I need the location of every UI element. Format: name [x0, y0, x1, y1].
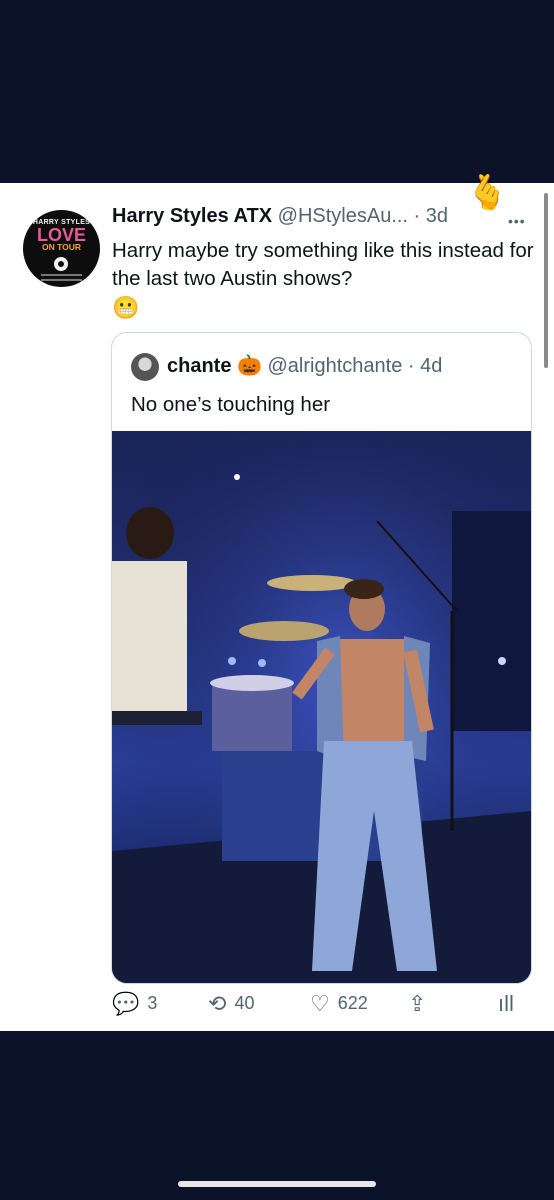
tweet-card[interactable]: HARRY STYLES LOVE ON TOUR Harry Styles A…: [0, 176, 554, 1031]
top-dark-band: [0, 0, 554, 183]
analytics-button[interactable]: ıll: [498, 991, 522, 1017]
separator-dot: ·: [407, 355, 415, 377]
reply-button[interactable]: 💬 3: [112, 991, 157, 1017]
avatar-divider: [41, 279, 82, 281]
share-button[interactable]: ⇪: [408, 991, 434, 1017]
share-icon: ⇪: [408, 991, 427, 1016]
quote-author-name[interactable]: chante: [167, 355, 231, 377]
bottom-dark-band: [0, 1031, 554, 1200]
analytics-icon: ıll: [498, 991, 514, 1016]
like-count: 622: [337, 993, 368, 1013]
hand-sticker-icon: 🫰: [466, 174, 509, 212]
like-button[interactable]: ♡ 622: [310, 991, 368, 1017]
retweet-count: 40: [234, 993, 255, 1013]
author-handle[interactable]: @HStylesAu...: [278, 205, 408, 227]
tweet-text: Harry maybe try something like this inst…: [112, 239, 534, 290]
quote-author-avatar[interactable]: [131, 353, 159, 381]
author-name[interactable]: Harry Styles ATX: [112, 205, 272, 227]
concert-photo[interactable]: [112, 431, 531, 983]
tweet-timestamp[interactable]: 3d: [426, 205, 448, 227]
retweet-button[interactable]: ⟲ 40: [208, 991, 254, 1017]
action-bar: 💬 3 ⟲ 40 ♡ 622 ⇪ ıll: [0, 991, 554, 1025]
pumpkin-emoji: 🎃: [237, 355, 262, 377]
quote-header: chante 🎃 @alrightchante · 4d: [167, 353, 442, 378]
heart-icon: ♡: [310, 991, 330, 1016]
quoted-tweet[interactable]: chante 🎃 @alrightchante · 4d No one’s to…: [111, 332, 532, 984]
more-icon[interactable]: •••: [508, 213, 526, 229]
tweet-header: Harry Styles ATX @HStylesAu... · 3d: [112, 205, 448, 228]
avatar-logo-icon: [54, 257, 68, 271]
concert-photo-illustration: [112, 431, 531, 983]
grimace-emoji: 😬: [112, 295, 140, 320]
avatar-divider: [41, 274, 82, 276]
author-avatar[interactable]: HARRY STYLES LOVE ON TOUR: [23, 210, 100, 287]
reply-count: 3: [147, 993, 158, 1013]
home-indicator[interactable]: [178, 1181, 376, 1187]
quote-author-handle[interactable]: @alrightchante: [268, 355, 403, 377]
retweet-icon: ⟲: [208, 991, 227, 1016]
quote-timestamp[interactable]: 4d: [420, 355, 442, 377]
reply-icon: 💬: [112, 991, 140, 1016]
separator-dot: ·: [413, 205, 421, 227]
quote-text: No one’s touching her: [131, 393, 331, 416]
avatar-text-line3: ON TOUR: [41, 242, 82, 252]
scrollbar[interactable]: [544, 193, 548, 368]
